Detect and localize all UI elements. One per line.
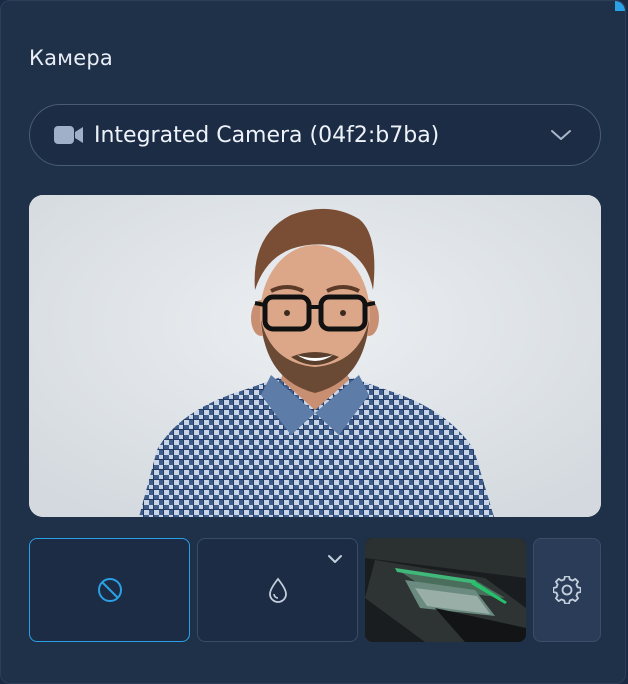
camera-settings-panel: Камера Integrated Camera (04f2:b7ba) [0, 0, 626, 684]
chevron-down-icon [551, 130, 571, 140]
video-camera-icon [54, 126, 83, 144]
background-image-thumbnail [365, 538, 526, 642]
camera-preview [29, 195, 601, 517]
effect-blur-tile[interactable] [197, 538, 358, 642]
effect-background-tile[interactable] [365, 538, 526, 642]
chevron-down-icon[interactable] [327, 554, 343, 564]
camera-settings-button[interactable] [533, 538, 601, 642]
no-effect-icon [97, 578, 122, 602]
gear-icon [553, 576, 581, 604]
panel-title: Камера [29, 46, 113, 70]
camera-select-value: Integrated Camera (04f2:b7ba) [94, 122, 440, 148]
camera-feed-image [29, 195, 601, 517]
camera-select[interactable]: Integrated Camera (04f2:b7ba) [29, 104, 601, 166]
corner-accent [615, 1, 625, 11]
effect-none-tile[interactable] [29, 538, 190, 642]
blur-droplet-icon [268, 577, 287, 603]
